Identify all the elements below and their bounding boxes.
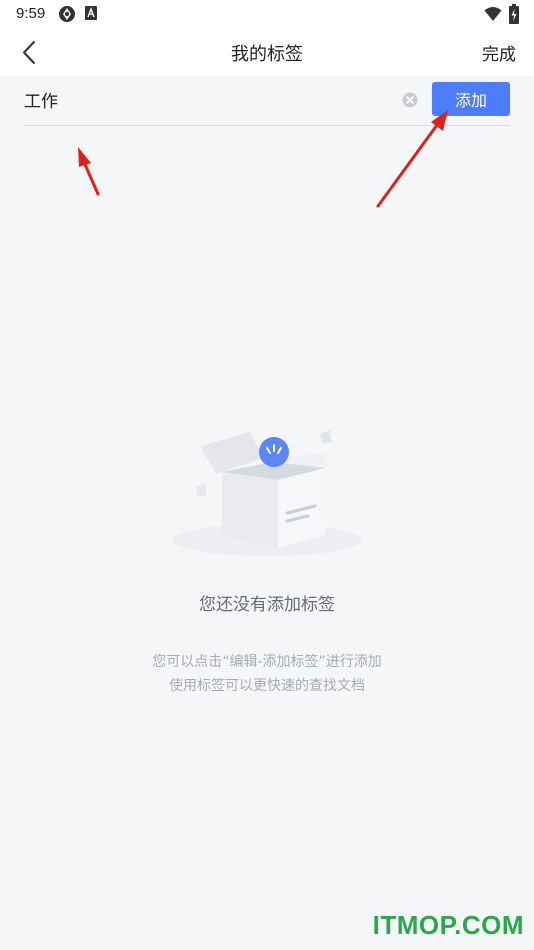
- status-bar: 9:59: [0, 0, 534, 28]
- wifi-icon: [484, 7, 502, 21]
- battery-icon: [509, 4, 519, 24]
- empty-state-title: 您还没有添加标签: [199, 595, 335, 615]
- open-box-icon: [172, 430, 362, 556]
- tag-input-row: 添加: [0, 76, 534, 132]
- clear-circle-icon[interactable]: [402, 92, 418, 108]
- status-time: 9:59: [16, 5, 46, 22]
- a-badge-icon: [85, 6, 97, 20]
- done-button[interactable]: 完成: [482, 40, 516, 65]
- empty-state-hint-line-2: 使用标签可以更快速的查找文档: [169, 678, 365, 694]
- tag-name-input[interactable]: [24, 84, 394, 114]
- nav-bar: 我的标签 完成: [0, 28, 534, 76]
- add-tag-button[interactable]: 添加: [432, 82, 510, 116]
- page-title: 我的标签: [231, 44, 303, 65]
- empty-state-hint: 您可以点击“编辑-添加标签”进行添加 使用标签可以更快速的查找文档: [0, 650, 534, 698]
- arrow-to-input: [78, 147, 100, 196]
- sync-icon: [59, 6, 75, 22]
- input-underline: [24, 125, 510, 126]
- watermark: ITMOP.COM: [372, 910, 524, 940]
- empty-state-hint-line-1: 您可以点击“编辑-添加标签”进行添加: [152, 654, 382, 670]
